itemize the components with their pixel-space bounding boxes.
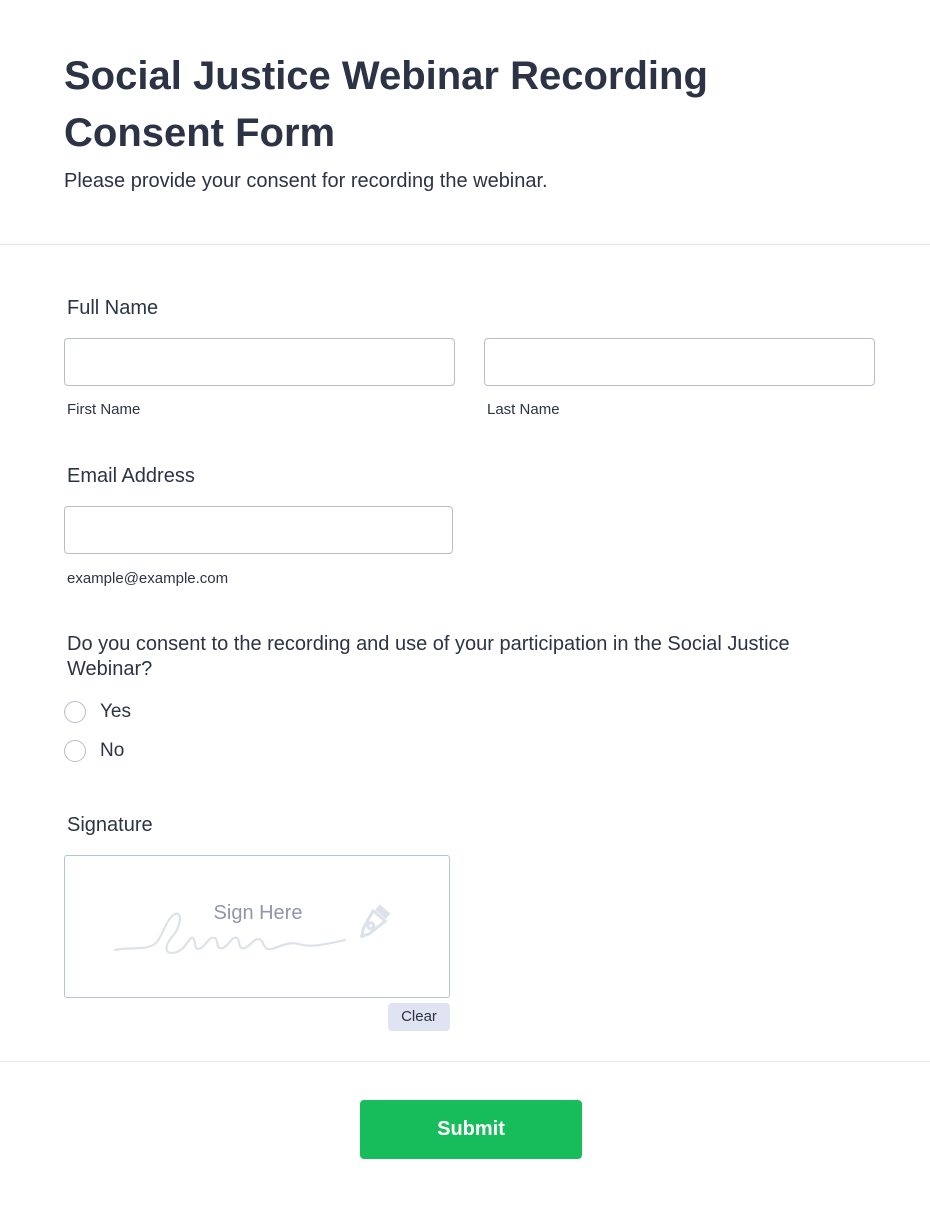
consent-question: Do you consent to the recording and use …	[67, 633, 790, 680]
form-header: Social Justice Webinar Recording Consent…	[0, 0, 930, 245]
page-subtitle: Please provide your consent for recordin…	[64, 170, 548, 192]
email-sublabel: example@example.com	[67, 570, 229, 587]
page-title: Social Justice Webinar Recording Consent…	[64, 54, 708, 155]
last-name-input[interactable]	[484, 338, 875, 386]
clear-signature-button[interactable]: Clear	[388, 1003, 450, 1031]
email-label: Email Address	[67, 465, 195, 487]
signature-pad[interactable]: Sign Here	[64, 855, 450, 998]
radio-yes-label[interactable]: Yes	[100, 701, 131, 723]
signature-label: Signature	[67, 814, 153, 836]
radio-no-label[interactable]: No	[100, 740, 124, 762]
submit-button[interactable]: Submit	[360, 1100, 582, 1159]
email-input[interactable]	[64, 506, 453, 554]
radio-option-no[interactable]: No	[64, 738, 124, 764]
first-name-sublabel: First Name	[67, 401, 141, 418]
first-name-input[interactable]	[64, 338, 455, 386]
full-name-label: Full Name	[67, 297, 159, 319]
footer-divider	[0, 1061, 930, 1062]
radio-yes-circle[interactable]	[64, 701, 86, 723]
last-name-sublabel: Last Name	[487, 401, 560, 418]
radio-option-yes[interactable]: Yes	[64, 699, 131, 725]
radio-no-circle[interactable]	[64, 740, 86, 762]
pen-nib-icon	[360, 904, 391, 939]
